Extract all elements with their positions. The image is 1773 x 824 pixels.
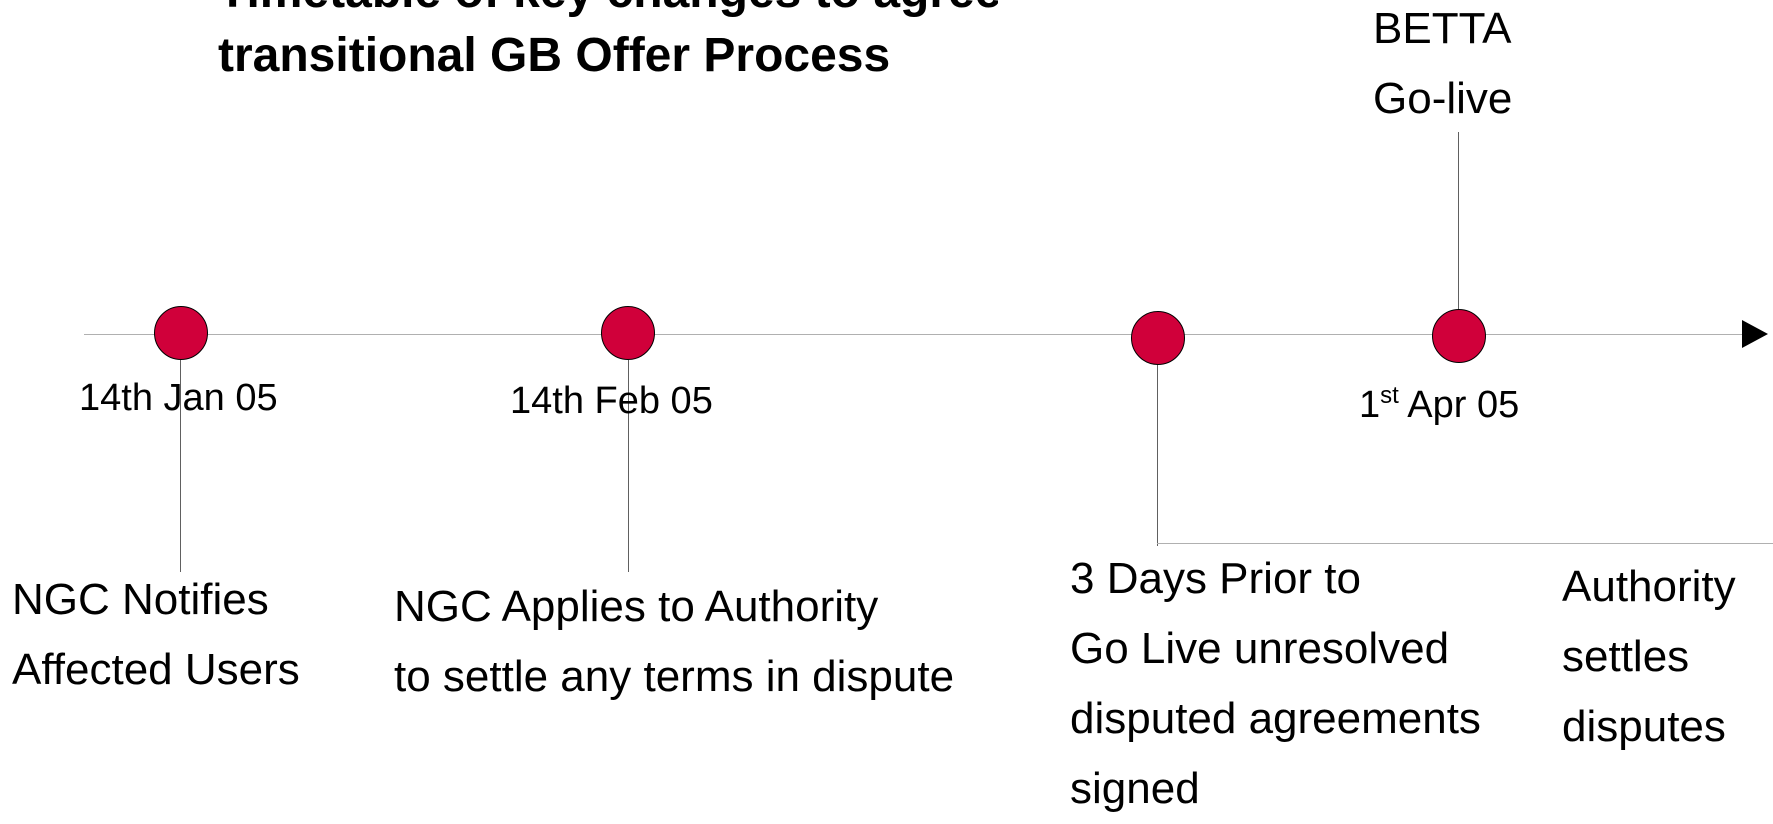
milestone-4-description-line: settles <box>1562 632 1690 681</box>
milestone-3-marker <box>1131 311 1185 365</box>
milestone-1-date: 14th Jan 05 <box>79 377 278 419</box>
milestone-3-leader-line <box>1157 336 1158 546</box>
milestone-4-date-day: 1 <box>1359 384 1381 426</box>
milestone-3-description-line: disputed agreements <box>1070 694 1481 743</box>
milestone-1-description: NGC Notifies Affected Users <box>12 565 300 705</box>
milestone-4-label-above-line: Go-live <box>1373 74 1513 123</box>
milestone-2-marker <box>601 306 655 360</box>
milestone-4-leader-line <box>1458 132 1459 310</box>
milestone-4-description-line: disputes <box>1562 702 1726 751</box>
milestone-3-description-line: 3 Days Prior to <box>1070 554 1361 603</box>
milestone-3-description: 3 Days Prior to Go Live unresolved dispu… <box>1070 544 1481 824</box>
timeline-arrowhead-icon <box>1742 320 1768 348</box>
milestone-1-description-line: NGC Notifies <box>12 575 269 624</box>
milestone-2-description: NGC Applies to Authority to settle any t… <box>394 572 954 712</box>
milestone-4-marker <box>1432 309 1486 363</box>
milestone-2-description-line: NGC Applies to Authority <box>394 582 879 631</box>
milestone-4-description: Authority settles disputes <box>1562 552 1736 762</box>
timeline-axis <box>84 334 1744 335</box>
milestone-4-date-suffix: st <box>1380 382 1399 409</box>
milestone-4-description-line: Authority <box>1562 562 1736 611</box>
milestone-4-date: 1st Apr 05 <box>1359 384 1519 427</box>
milestone-2-description-line: to settle any terms in dispute <box>394 652 955 701</box>
milestone-3-description-line: Go Live unresolved <box>1070 624 1450 673</box>
milestone-2-date: 14th Feb 05 <box>510 380 713 422</box>
milestone-3-description-line: signed <box>1070 764 1200 813</box>
milestone-1-description-line: Affected Users <box>12 645 300 694</box>
diagram-title-line-2: transitional GB Offer Process <box>218 29 891 82</box>
milestone-4-date-rest: Apr 05 <box>1398 384 1520 426</box>
milestone-1-marker <box>154 306 208 360</box>
milestone-4-label-above: BETTA Go-live <box>1373 0 1512 134</box>
milestone-4-label-above-line: BETTA <box>1373 4 1512 53</box>
